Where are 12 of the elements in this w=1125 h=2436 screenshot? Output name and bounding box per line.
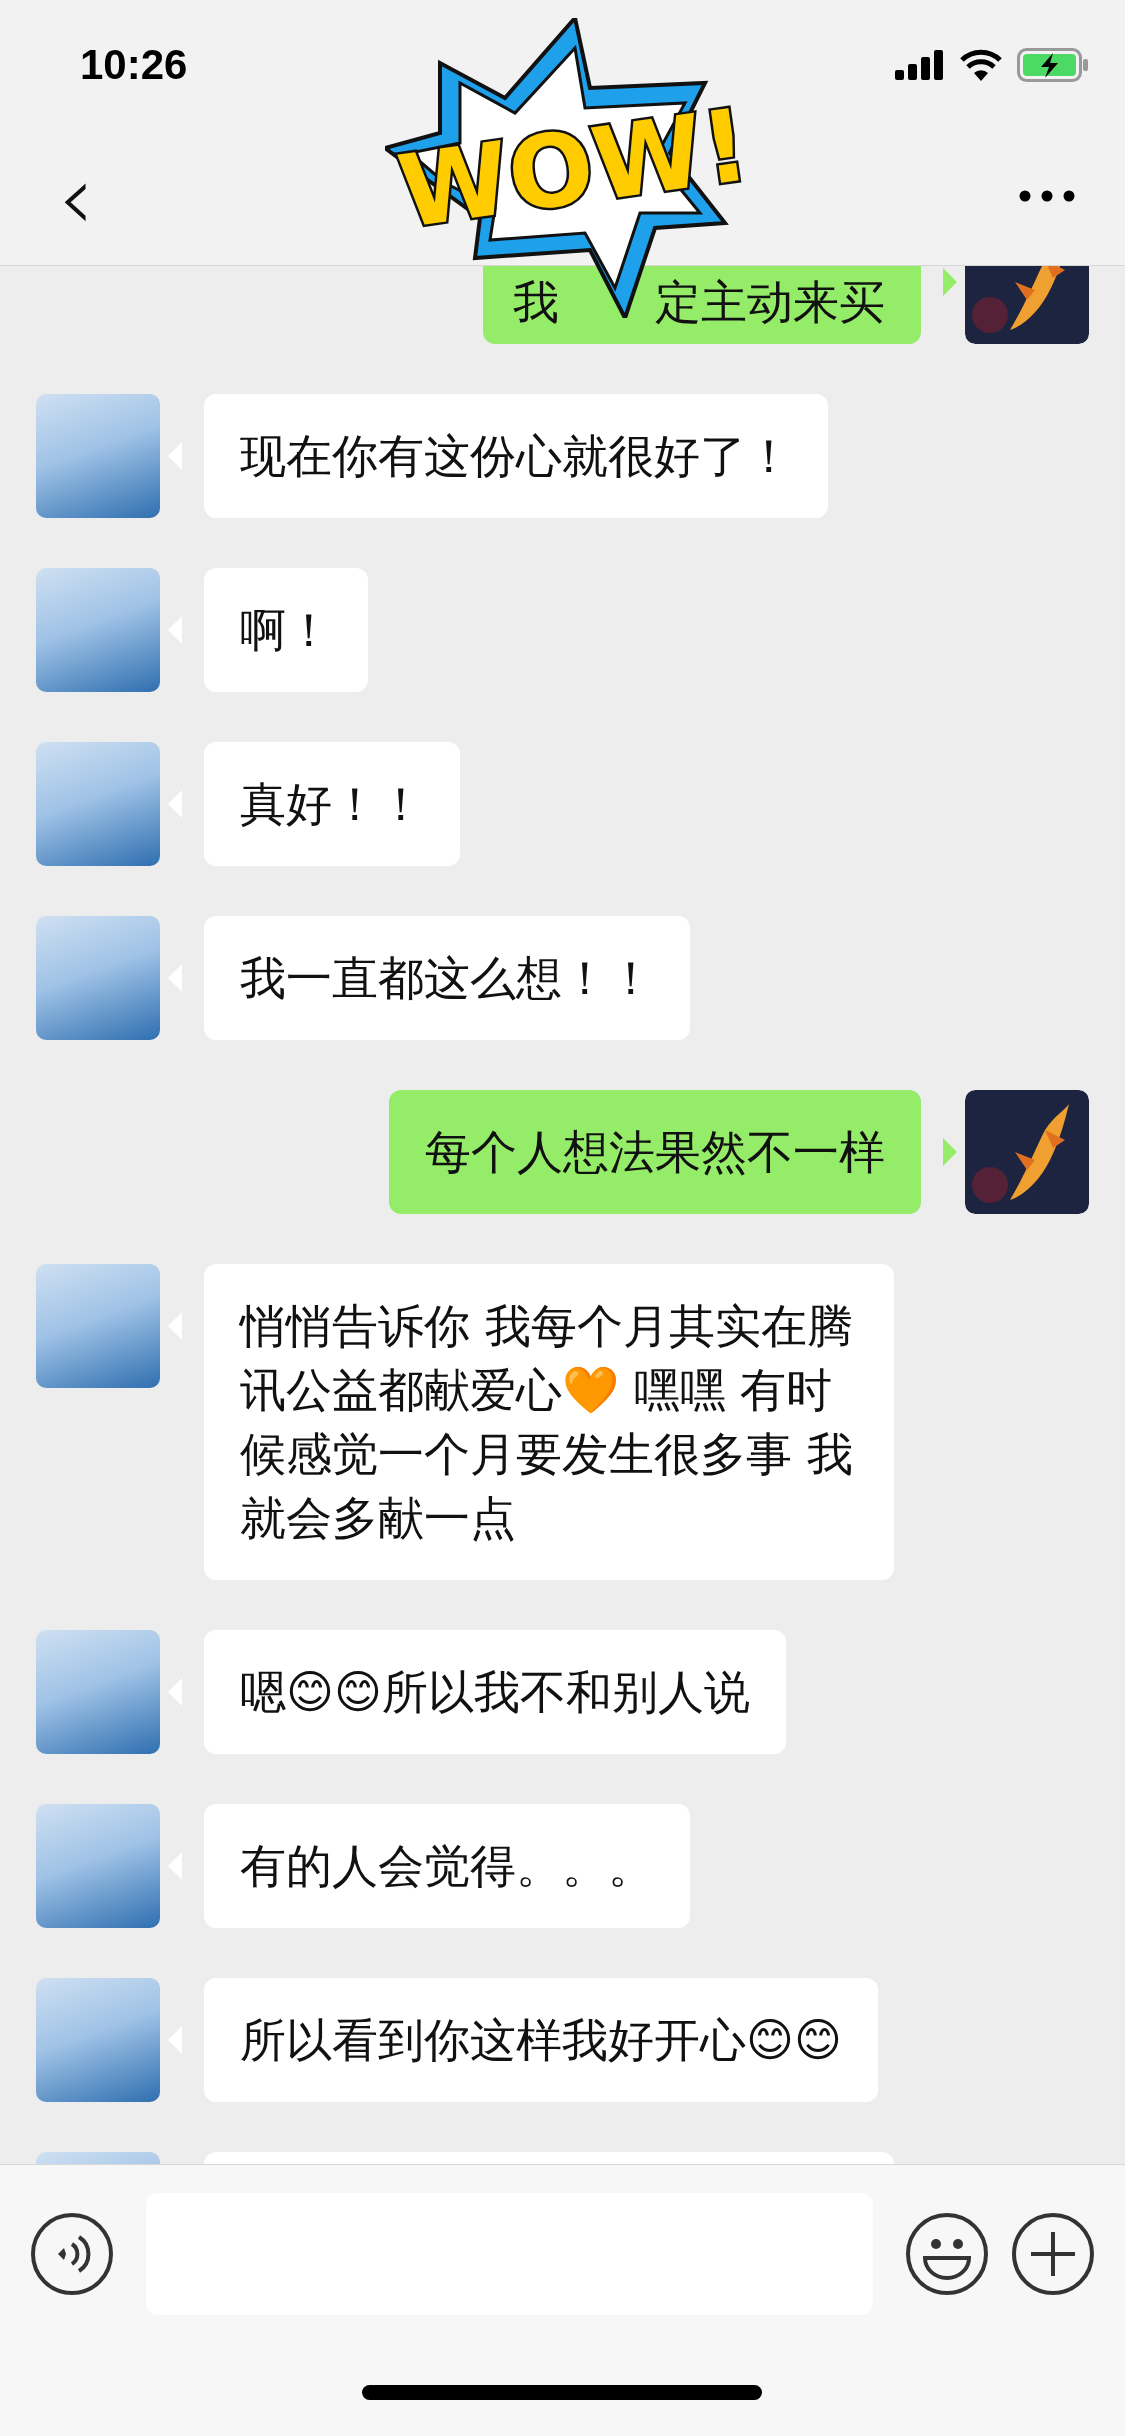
message-bubble[interactable]: 现在你有这份心就很好了！	[204, 394, 828, 518]
status-time: 10:26	[80, 41, 188, 89]
message-bubble[interactable]: 我 定主动来买	[483, 266, 921, 344]
message-bubble[interactable]: 所以看到你这样我好开心😊😊	[204, 1978, 878, 2102]
message-bubble[interactable]: 我一直都这么想！！	[204, 916, 690, 1040]
back-button[interactable]: ‹	[48, 152, 104, 243]
message-bubble[interactable]: 每个人想法果然不一样	[389, 1090, 921, 1214]
message-bubble[interactable]: 啊！	[204, 568, 368, 692]
message-bubble[interactable]: 真好！！	[204, 742, 460, 866]
message-bubble[interactable]: 嗯😊😊所以我不和别人说	[204, 1630, 786, 1754]
message-bubble[interactable]: 有的人会觉得。。。	[204, 1804, 690, 1928]
message-bubble[interactable]: 悄悄告诉你 我每个月其实在腾讯公益都献爱心🧡 嘿嘿 有时候感觉一个月要发生很多事 我就会多献一点	[204, 1264, 894, 1580]
